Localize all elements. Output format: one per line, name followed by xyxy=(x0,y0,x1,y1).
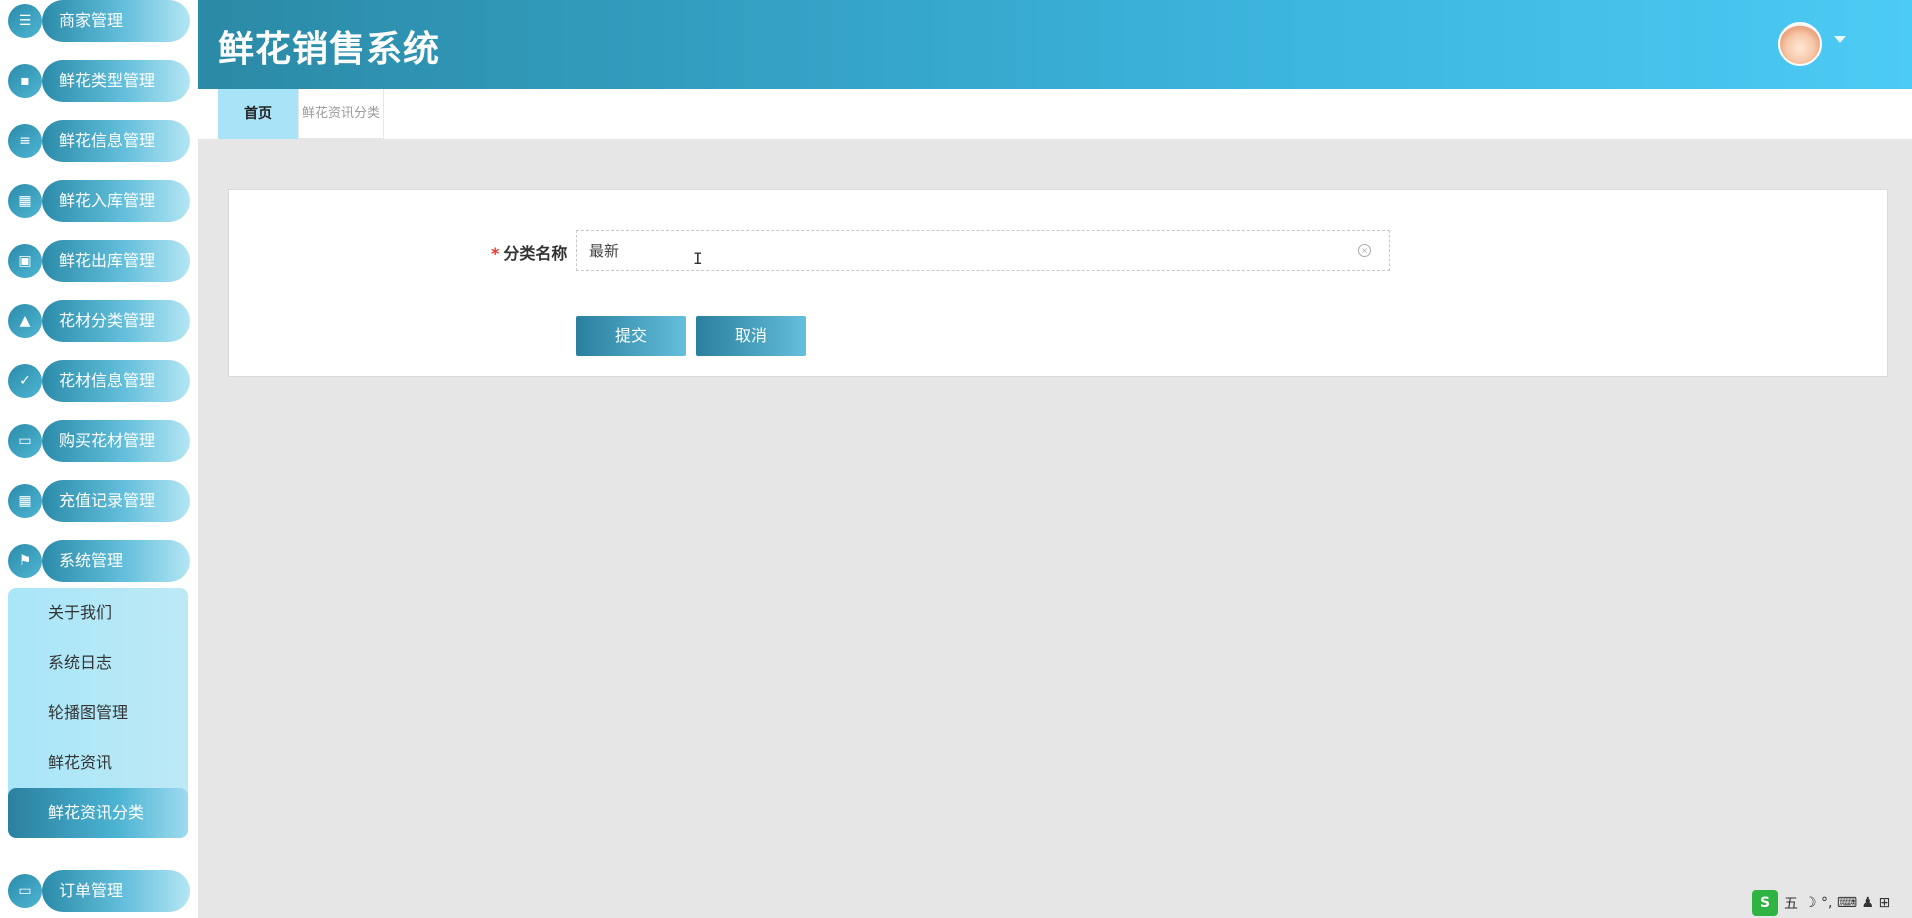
category-name-label: * 分类名称 xyxy=(491,240,567,264)
list-icon: ≡ xyxy=(8,124,42,158)
tab-home[interactable]: 首页 xyxy=(218,89,298,139)
sidebar-item-flower-stock-out[interactable]: ▣ 鲜花出库管理 xyxy=(8,236,190,282)
submenu-item-flower-news[interactable]: 鲜花资讯 xyxy=(8,738,188,788)
sidebar-item-label: 鲜花类型管理 xyxy=(42,60,190,102)
sidebar-item-flower-info[interactable]: ≡ 鲜花信息管理 xyxy=(8,116,190,162)
sidebar-item-flower-type[interactable]: ▪ 鲜花类型管理 xyxy=(8,56,190,102)
submenu-item-about[interactable]: 关于我们 xyxy=(8,588,188,638)
sidebar-item-flower-stock-in[interactable]: ▦ 鲜花入库管理 xyxy=(8,176,190,222)
i-beam-cursor-icon: I xyxy=(693,249,703,268)
sidebar-item-material-purchase[interactable]: ▭ 购买花材管理 xyxy=(8,416,190,462)
sidebar-item-label: 购买花材管理 xyxy=(42,420,190,462)
sidebar-item-label: 鲜花入库管理 xyxy=(42,180,190,222)
sidebar-item-label: 鲜花信息管理 xyxy=(42,120,190,162)
sidebar-item-material-info[interactable]: ✓ 花材信息管理 xyxy=(8,356,190,402)
sidebar-item-label: 商家管理 xyxy=(42,0,190,42)
ime-logo-icon[interactable]: S xyxy=(1752,890,1778,916)
top-header: 鲜花销售系统 xyxy=(198,0,1912,89)
sidebar-item-label: 充值记录管理 xyxy=(42,480,190,522)
cancel-button[interactable]: 取消 xyxy=(696,316,806,356)
chat-icon: ▪ xyxy=(8,64,42,98)
tab-news-category[interactable]: 鲜花资讯分类 xyxy=(298,89,384,139)
sidebar-item-recharge[interactable]: ▦ 充值记录管理 xyxy=(8,476,190,522)
thumbs-up-icon: ▲ xyxy=(8,304,42,338)
clear-icon[interactable]: × xyxy=(1358,244,1371,257)
ime-toolbar: S 五 ☽ °, ⌨ ♟ ⊞ xyxy=(1752,890,1912,916)
tab-bar: 首页 鲜花资讯分类 xyxy=(198,89,1912,139)
required-mark: * xyxy=(491,244,500,263)
ime-extras[interactable]: ☽ °, ⌨ ♟ ⊞ xyxy=(1804,895,1890,911)
clipboard-icon: ▣ xyxy=(8,244,42,278)
chevron-down-icon[interactable] xyxy=(1834,36,1846,43)
grid-icon: ▦ xyxy=(8,184,42,218)
sidebar: ☰ 商家管理 ▪ 鲜花类型管理 ≡ 鲜花信息管理 ▦ 鲜花入库管理 ▣ 鲜花出库… xyxy=(0,0,198,918)
grid-icon: ▦ xyxy=(8,484,42,518)
desktop-icon: ▭ xyxy=(8,874,42,908)
sidebar-item-merchant[interactable]: ☰ 商家管理 xyxy=(8,0,190,42)
submenu-item-system-log[interactable]: 系统日志 xyxy=(8,638,188,688)
sidebar-item-orders[interactable]: ▭ 订单管理 xyxy=(8,866,190,912)
sidebar-item-label: 鲜花出库管理 xyxy=(42,240,190,282)
checklist-icon: ✓ xyxy=(8,364,42,398)
sidebar-item-label: 花材分类管理 xyxy=(42,300,190,342)
sidebar-item-label: 订单管理 xyxy=(42,870,190,912)
avatar[interactable] xyxy=(1778,22,1822,66)
flag-icon: ⚑ xyxy=(8,544,42,578)
sidebar-item-material-category[interactable]: ▲ 花材分类管理 xyxy=(8,296,190,342)
category-name-label-text: 分类名称 xyxy=(503,244,568,263)
monitor-icon: ▭ xyxy=(8,424,42,458)
submit-button[interactable]: 提交 xyxy=(576,316,686,356)
sidebar-item-label: 系统管理 xyxy=(42,540,190,582)
app-title: 鲜花销售系统 xyxy=(218,29,441,70)
ime-mode[interactable]: 五 xyxy=(1784,893,1798,913)
sidebar-item-system[interactable]: ⚑ 系统管理 xyxy=(8,536,190,582)
sliders-icon: ☰ xyxy=(8,4,42,38)
sidebar-item-label: 花材信息管理 xyxy=(42,360,190,402)
submenu-item-carousel[interactable]: 轮播图管理 xyxy=(8,688,188,738)
form-card: *分类名称 × I 提交 取消 xyxy=(228,189,1888,377)
submenu-item-news-category[interactable]: 鲜花资讯分类 xyxy=(8,788,188,838)
system-submenu: 关于我们 系统日志 轮播图管理 鲜花资讯 鲜花资讯分类 xyxy=(8,588,188,838)
